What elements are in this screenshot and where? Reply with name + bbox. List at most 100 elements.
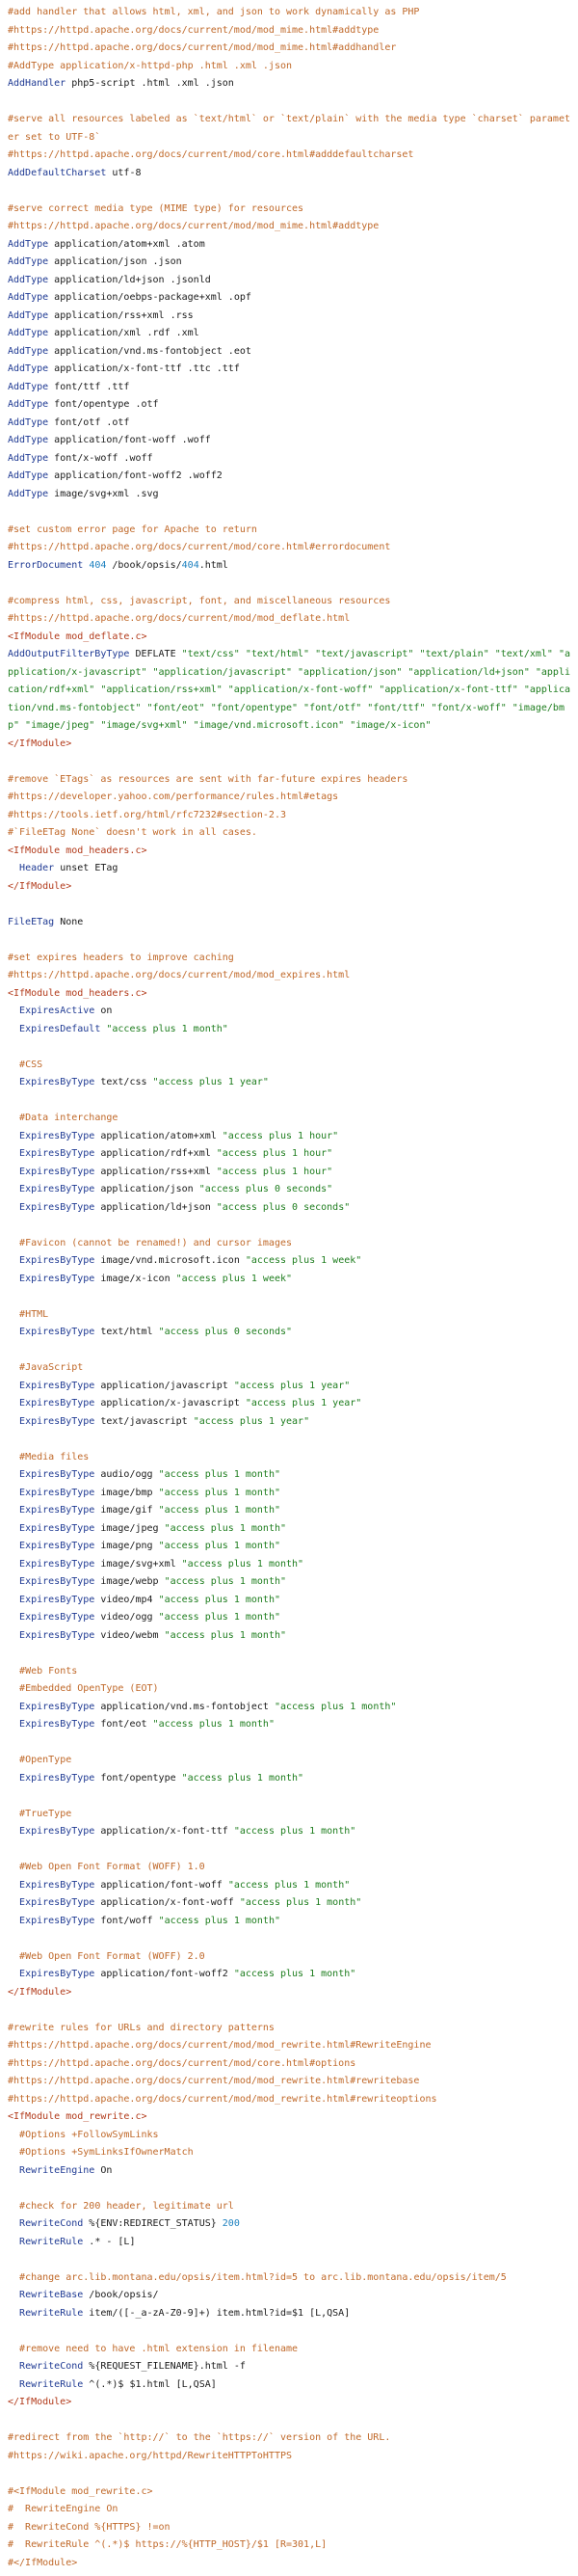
directive-token: AddType [8,399,49,410]
directive-token: ExpiresByType [19,1398,95,1409]
plain-token: application/ld+json .jsonld [48,274,211,285]
comment-token: #`FileETag None` doesn't work in all cas… [8,827,257,838]
code-line: AddType application/vnd.ms-fontobject .e… [8,343,570,362]
code-line: ExpiresByType video/webm "access plus 1 … [8,1627,570,1646]
comment-token: #add handler that allows html, xml, and … [8,7,420,17]
plain-token: .html [198,559,228,571]
plain-token: text/css [94,1077,153,1087]
code-line: #serve correct media type (MIME type) fo… [8,201,570,219]
comment-token: #Web Fonts [19,1665,78,1677]
code-line: ExpiresByType font/opentype "access plus… [8,1770,570,1788]
comment-token: #TrueType [19,1808,72,1819]
directive-token: AddType [8,345,49,357]
directive-token: ExpiresByType [19,1701,95,1712]
comment-token: #AddType application/x-httpd-php .html .… [8,60,293,71]
code-line: ExpiresByType image/png "access plus 1 m… [8,1538,570,1556]
code-line: AddType application/font-woff .woff [8,432,570,450]
comment-token: #Web Open Font Format (WOFF) 2.0 [19,1950,205,1962]
code-line: AddType font/otf .otf [8,415,570,433]
plain-token: font/otf .otf [48,416,130,428]
string-token: "access plus 1 month" [158,1505,280,1516]
comment-token: #https://httpd.apache.org/docs/current/m… [8,2076,420,2086]
directive-token: ExpiresByType [19,1469,95,1480]
comment-token: #https://httpd.apache.org/docs/current/m… [8,2040,432,2051]
directive-token: AddType [8,328,49,338]
directive-token: RewriteRule [19,2307,84,2319]
string-token: "access plus 0 seconds" [198,1184,333,1194]
directive-token: ExpiresByType [19,1184,95,1194]
plain-token: ^(.*)$ $1.html [L,QSA] [83,2378,217,2390]
comment-token: #serve all resources labeled as `text/ht… [8,114,570,143]
code-line: ExpiresByType application/javascript "ac… [8,1378,570,1396]
plain-token: application/json .json [48,256,182,267]
plain-token: text/html [94,1327,159,1337]
directive-token: ExpiresByType [19,1255,95,1266]
code-line: ExpiresByType application/vnd.ms-fontobj… [8,1699,570,1717]
code-line: AddType application/rss+xml .rss [8,308,570,326]
plain-token: image/x-icon [94,1273,176,1284]
directive-token: ExpiresByType [19,1969,95,1979]
code-line: #https://httpd.apache.org/docs/current/m… [8,218,570,236]
code-line: <IfModule mod_headers.c> [8,985,570,1004]
comment-token: # RewriteRule ^(.*)$ https://%{HTTP_HOST… [8,2539,328,2550]
comment-token: #Embedded OpenType (EOT) [19,1683,159,1694]
code-line: #rewrite rules for URLs and directory pa… [8,2020,570,2038]
directive-token: ErrorDocument [8,559,84,571]
code-line: AddType application/x-font-ttf .ttc .ttf [8,361,570,379]
plain-token: image/svg+xml .svg [48,488,159,499]
code-line: ExpiresByType application/x-javascript "… [8,1395,570,1413]
code-line: ExpiresByType text/css "access plus 1 ye… [8,1074,570,1092]
code-line: #compress html, css, javascript, font, a… [8,593,570,611]
code-line: #Embedded OpenType (EOT) [8,1680,570,1699]
code-line: ExpiresByType application/font-woff "acc… [8,1877,570,1895]
directive-token: RewriteRule [19,2236,84,2247]
directive-token: AddType [8,256,49,267]
plain-token: video/webm [94,1629,165,1641]
string-token: "access plus 1 month" [164,1522,287,1534]
code-line: ExpiresByType application/x-font-ttf "ac… [8,1823,570,1841]
comment-token: #Web Open Font Format (WOFF) 1.0 [19,1862,205,1872]
code-line: #OpenType [8,1752,570,1770]
comment-token: #</IfModule> [8,2557,78,2568]
code-line: ExpiresByType text/javascript "access pl… [8,1413,570,1432]
code-line: AddType font/ttf .ttf [8,379,570,397]
code-line: #https://tools.ietf.org/html/rfc7232#sec… [8,807,570,825]
directive-token: ExpiresByType [19,1130,95,1141]
code-line: ExpiresDefault "access plus 1 month" [8,1021,570,1039]
string-token: "access plus 1 month" [158,1541,280,1551]
comment-token: #https://httpd.apache.org/docs/current/m… [8,542,391,552]
comment-token: #Options +SymLinksIfOwnerMatch [19,2147,194,2158]
string-token: "access plus 1 month" [158,1487,280,1498]
directive-token: ExpiresByType [19,1201,95,1213]
string-token: "access plus 1 month" [233,1969,356,1979]
code-line: #https://httpd.apache.org/docs/current/m… [8,2091,570,2109]
comment-token: #Favicon (cannot be renamed!) and cursor… [19,1237,293,1248]
string-token: "access plus 1 hour" [222,1130,339,1141]
plain-token: application/vnd.ms-fontobject .eot [48,345,251,357]
plain-token: application/vnd.ms-fontobject [94,1701,275,1712]
string-token: "access plus 1 month" [274,1701,397,1712]
directive-token: Header [19,863,55,873]
plain-token: application/x-javascript [94,1398,246,1409]
plain-token: None [54,916,84,927]
plain-token: application/rss+xml .rss [48,309,194,321]
number-token: 404 [181,559,199,571]
directive-token: AddType [8,238,49,250]
plain-token: On [94,2164,113,2176]
comment-token: #https://httpd.apache.org/docs/current/m… [8,2057,356,2069]
directive-token: ExpiresByType [19,1772,95,1784]
